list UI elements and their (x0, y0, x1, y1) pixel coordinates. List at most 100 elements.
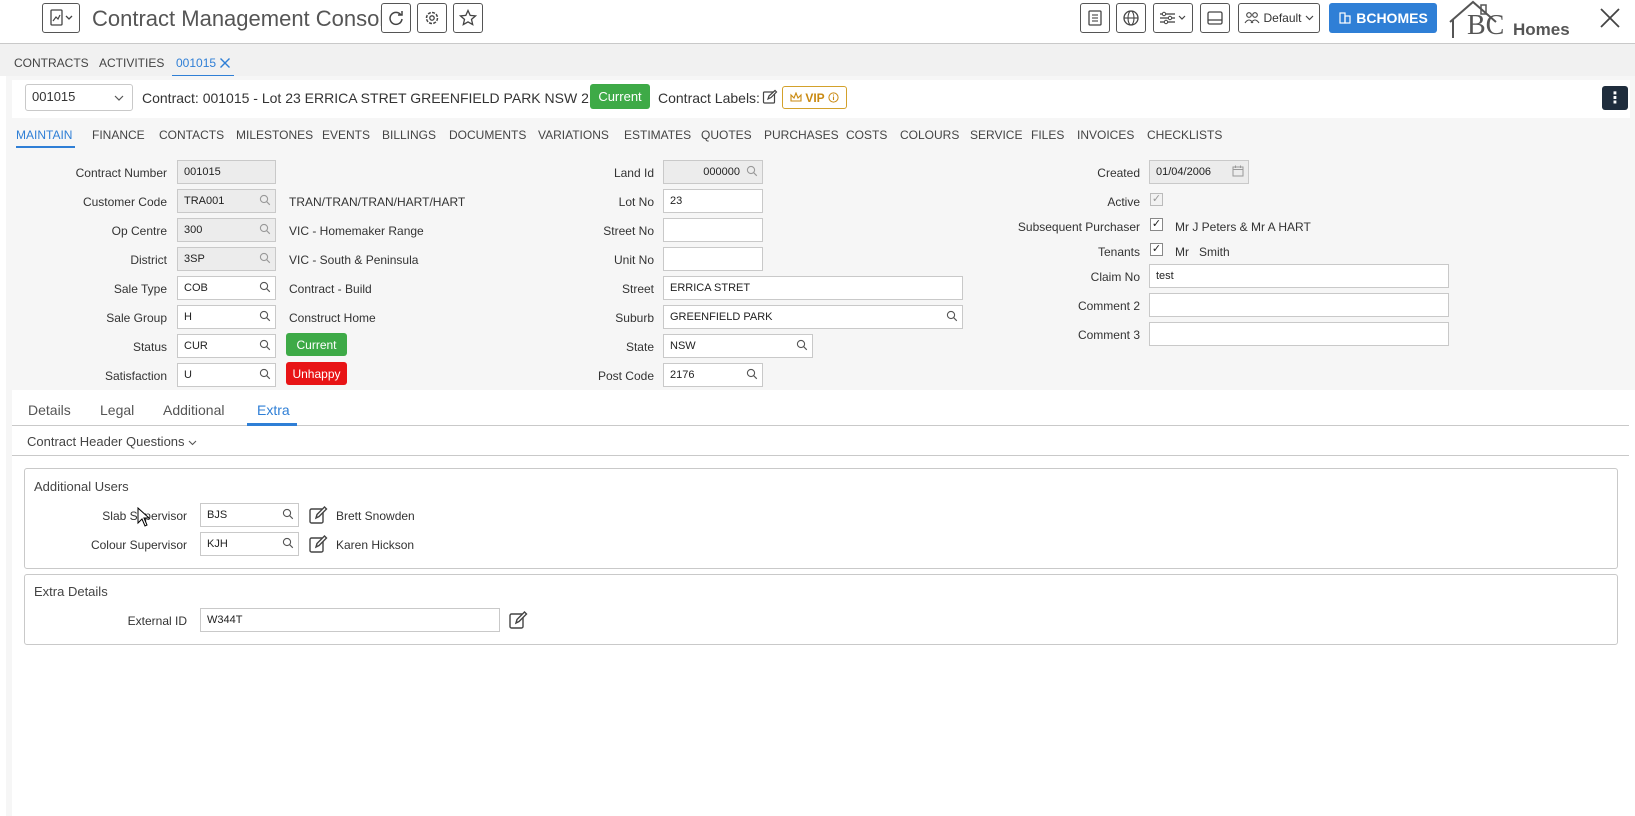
section-finance[interactable]: FINANCE (92, 128, 145, 142)
created-date-field[interactable]: 01/04/2006 (1149, 160, 1249, 184)
search-icon[interactable] (259, 339, 271, 351)
contract-header-questions-toggle[interactable]: Contract Header Questions (27, 434, 197, 449)
settings-button[interactable] (417, 3, 447, 33)
tenants-label: Tenants (1097, 245, 1140, 259)
section-variations[interactable]: VARIATIONS (538, 128, 609, 142)
status-field[interactable]: CUR (177, 334, 276, 358)
filter-settings-button[interactable] (1153, 3, 1193, 33)
section-costs[interactable]: COSTS (846, 128, 887, 142)
close-window-button[interactable] (1597, 5, 1623, 31)
section-quotes[interactable]: QUOTES (701, 128, 752, 142)
tab-details[interactable]: Details (28, 402, 71, 418)
calendar-icon[interactable] (1232, 165, 1244, 177)
tab-legal[interactable]: Legal (100, 402, 134, 418)
tab-extra[interactable]: Extra (257, 402, 290, 418)
customer-code-label: Customer Code (82, 195, 167, 209)
colour-supervisor-label: Colour Supervisor (90, 538, 187, 552)
op-centre-field[interactable]: 300 (177, 218, 276, 242)
section-purchases[interactable]: PURCHASES (764, 128, 839, 142)
search-icon[interactable] (259, 223, 271, 235)
section-events[interactable]: EVENTS (322, 128, 370, 142)
tab-additional[interactable]: Additional (163, 402, 225, 418)
section-files[interactable]: FILES (1031, 128, 1064, 142)
layout-button[interactable] (1200, 3, 1230, 33)
sale-group-value: H (184, 311, 192, 323)
section-billings[interactable]: BILLINGS (382, 128, 436, 142)
section-milestones[interactable]: MILESTONES (236, 128, 313, 142)
section-maintain[interactable]: MAINTAIN (16, 128, 72, 142)
edit-icon[interactable] (308, 534, 328, 554)
app-menu-button[interactable] (42, 3, 80, 33)
tab-activities[interactable]: ACTIVITIES (99, 56, 164, 70)
comment2-field[interactable] (1149, 293, 1449, 317)
street-field[interactable]: ERRICA STRET (663, 276, 963, 300)
street-no-field[interactable] (663, 218, 763, 242)
vip-label[interactable]: VIP (782, 86, 847, 109)
status-badge: Current (590, 84, 650, 109)
search-icon[interactable] (259, 281, 271, 293)
section-documents[interactable]: DOCUMENTS (449, 128, 526, 142)
refresh-button[interactable] (381, 3, 411, 33)
search-icon[interactable] (946, 310, 958, 322)
page-title: Contract Management Console (92, 6, 397, 31)
favourite-button[interactable] (453, 3, 483, 33)
slab-supervisor-field[interactable]: BJS (200, 503, 299, 527)
more-options-button[interactable]: ⋮ (1602, 86, 1628, 110)
section-invoices[interactable]: INVOICES (1077, 128, 1134, 142)
sale-group-field[interactable]: H (177, 305, 276, 329)
suburb-field[interactable]: GREENFIELD PARK (663, 305, 963, 329)
close-tab-icon[interactable] (219, 57, 231, 69)
search-icon[interactable] (259, 194, 271, 206)
web-button[interactable] (1116, 3, 1146, 33)
tenants-checkbox[interactable]: ✓ (1150, 243, 1163, 256)
contract-labels-caption: Contract Labels: (658, 90, 760, 106)
questions-label: Contract Header Questions (27, 434, 185, 449)
section-estimates[interactable]: ESTIMATES (624, 128, 691, 142)
op-centre-value: 300 (184, 224, 203, 236)
notes-button[interactable] (1080, 3, 1110, 33)
edit-labels-icon[interactable] (762, 89, 778, 105)
section-checklists[interactable]: CHECKLISTS (1147, 128, 1222, 142)
comment3-field[interactable] (1149, 322, 1449, 346)
search-icon[interactable] (282, 537, 294, 549)
customer-code-field[interactable]: TRA001 (177, 189, 276, 213)
post-code-field[interactable]: 2176 (663, 363, 763, 387)
lot-no-label: Lot No (618, 195, 654, 209)
tab-contracts[interactable]: CONTRACTS (14, 56, 89, 70)
search-icon[interactable] (282, 508, 294, 520)
subsequent-purchaser-checkbox[interactable]: ✓ (1150, 218, 1163, 231)
profile-default-dropdown[interactable]: Default (1238, 3, 1320, 33)
external-id-field[interactable]: W344T (200, 608, 500, 632)
panel-icon (1207, 11, 1223, 25)
lot-no-field[interactable]: 23 (663, 189, 763, 213)
claim-no-field[interactable]: test (1149, 264, 1449, 288)
land-id-field[interactable]: 000000 (663, 160, 763, 184)
unit-no-field[interactable] (663, 247, 763, 271)
district-field[interactable]: 3SP (177, 247, 276, 271)
section-contacts[interactable]: CONTACTS (159, 128, 224, 142)
bc-homes-logo: BC Homes (1447, 0, 1587, 42)
gear-icon (425, 11, 439, 25)
contract-select[interactable]: 001015 (25, 84, 133, 111)
edit-icon[interactable] (308, 505, 328, 525)
globe-icon (1123, 10, 1139, 26)
search-icon[interactable] (259, 368, 271, 380)
satisfaction-field[interactable]: U (177, 363, 276, 387)
section-service[interactable]: SERVICE (970, 128, 1022, 142)
comment3-label: Comment 3 (1077, 328, 1140, 342)
section-colours[interactable]: COLOURS (900, 128, 959, 142)
search-icon[interactable] (746, 165, 758, 177)
search-icon[interactable] (796, 339, 808, 351)
search-icon[interactable] (746, 368, 758, 380)
search-icon[interactable] (259, 252, 271, 264)
contract-number-field: 001015 (177, 160, 276, 184)
notebook-icon (1088, 10, 1102, 26)
star-icon (459, 9, 477, 26)
colour-supervisor-field[interactable]: KJH (200, 532, 299, 556)
tab-contract-001015[interactable]: 001015 (176, 56, 216, 70)
edit-icon[interactable] (508, 610, 528, 630)
company-button[interactable]: BCHOMES (1329, 3, 1437, 33)
state-field[interactable]: NSW (663, 334, 813, 358)
sale-type-field[interactable]: COB (177, 276, 276, 300)
search-icon[interactable] (259, 310, 271, 322)
